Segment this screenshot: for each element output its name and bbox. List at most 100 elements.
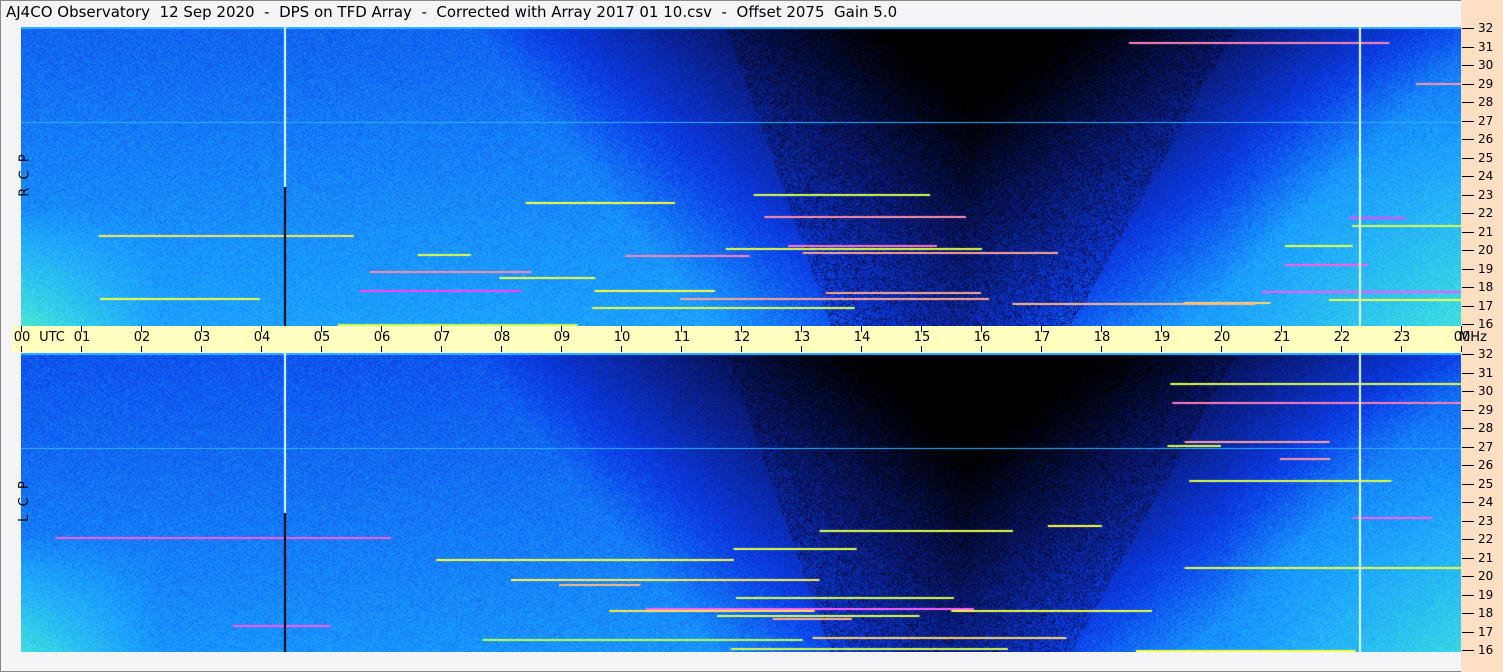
frequency-tick bbox=[1462, 520, 1474, 522]
frequency-tick-label: 22 bbox=[1478, 532, 1494, 546]
frequency-tick-label: 25 bbox=[1478, 476, 1494, 491]
frequency-tick-label: 21 bbox=[1478, 550, 1494, 565]
time-tick-label: 22 bbox=[1333, 330, 1351, 345]
time-tick-label: 09 bbox=[553, 330, 571, 345]
frequency-tick-label: 19 bbox=[1478, 261, 1494, 276]
frequency-tick-label: 24 bbox=[1478, 169, 1494, 183]
time-tick bbox=[1161, 346, 1162, 352]
frequency-tick-label: 31 bbox=[1478, 365, 1494, 380]
frequency-tick bbox=[1462, 446, 1474, 448]
frequency-tick-label: 29 bbox=[1478, 402, 1494, 417]
time-unit-label: UTC bbox=[39, 330, 65, 345]
time-tick bbox=[621, 346, 622, 352]
time-tick bbox=[381, 346, 382, 352]
time-tick bbox=[1461, 346, 1462, 352]
frequency-tick bbox=[1462, 391, 1474, 392]
frequency-tick-label: 31 bbox=[1478, 39, 1494, 54]
spectrogram-lcp-canvas bbox=[21, 353, 1461, 652]
frequency-tick-label: 18 bbox=[1478, 606, 1494, 620]
spectrogram-rcp-canvas bbox=[21, 27, 1461, 326]
frequency-tick-label: 28 bbox=[1478, 95, 1494, 109]
frequency-tick bbox=[1462, 409, 1474, 411]
frequency-tick bbox=[1462, 465, 1474, 466]
time-tick-label: 17 bbox=[1033, 330, 1051, 345]
panel-label-lcp: L C P bbox=[16, 481, 32, 522]
time-tick bbox=[21, 346, 22, 352]
frequency-tick-label: 21 bbox=[1478, 224, 1494, 239]
frequency-tick-label: 17 bbox=[1478, 298, 1494, 313]
time-tick-label: 11 bbox=[673, 330, 691, 345]
frequency-tick bbox=[1462, 176, 1474, 177]
time-tick-label: 15 bbox=[913, 330, 931, 345]
time-tick-label: 13 bbox=[793, 330, 811, 345]
time-tick-label: 08 bbox=[493, 330, 511, 345]
time-tick-label: 19 bbox=[1153, 330, 1171, 345]
frequency-tick-label: 20 bbox=[1478, 569, 1494, 583]
time-tick-label: 01 bbox=[73, 330, 91, 345]
frequency-tick-label: 16 bbox=[1478, 317, 1494, 331]
frequency-tick bbox=[1462, 428, 1474, 429]
time-tick-label: 14 bbox=[853, 330, 871, 345]
time-tick-label: 02 bbox=[133, 330, 151, 345]
panel-label-rcp: R C P bbox=[17, 154, 33, 197]
frequency-tick bbox=[1462, 46, 1474, 48]
frequency-tick-label: 18 bbox=[1478, 280, 1494, 294]
time-axis: 00 01 02 03 04 05 06 07 08 09 10 11 12 13 14 15 16 17 18 19… bbox=[12, 326, 1487, 352]
frequency-tick bbox=[1462, 631, 1474, 633]
time-tick-label: 21 bbox=[1273, 330, 1291, 345]
frequency-tick-label: 19 bbox=[1478, 587, 1494, 602]
frequency-tick bbox=[1462, 613, 1474, 614]
frequency-tick bbox=[1462, 194, 1474, 196]
time-tick bbox=[681, 346, 682, 352]
frequency-tick bbox=[1462, 354, 1474, 355]
frequency-tick bbox=[1462, 139, 1474, 140]
time-tick-label: 00 bbox=[13, 330, 31, 345]
time-tick bbox=[1281, 346, 1282, 352]
frequency-tick bbox=[1462, 250, 1474, 251]
time-tick bbox=[1341, 346, 1342, 352]
time-tick bbox=[981, 346, 982, 352]
frequency-tick-label: 26 bbox=[1478, 132, 1494, 146]
frequency-tick bbox=[1462, 372, 1474, 374]
time-tick bbox=[921, 346, 922, 352]
frequency-tick bbox=[1462, 157, 1474, 159]
frequency-tick bbox=[1462, 483, 1474, 485]
time-tick-label: 20 bbox=[1213, 330, 1231, 345]
frequency-tick bbox=[1462, 539, 1474, 540]
frequency-tick bbox=[1462, 287, 1474, 288]
time-tick-label: 07 bbox=[433, 330, 451, 345]
time-tick-label: 03 bbox=[193, 330, 211, 345]
time-tick-label: 10 bbox=[613, 330, 631, 345]
frequency-tick-label: 22 bbox=[1478, 206, 1494, 220]
spectrogram-lcp bbox=[21, 353, 1461, 652]
time-tick bbox=[1041, 346, 1042, 352]
time-tick bbox=[861, 346, 862, 352]
chart-title: AJ4CO Observatory 12 Sep 2020 - DPS on T… bbox=[6, 3, 898, 21]
frequency-tick bbox=[1462, 576, 1474, 577]
frequency-tick bbox=[1462, 268, 1474, 270]
frequency-tick-label: 27 bbox=[1478, 113, 1494, 128]
frequency-tick-label: 23 bbox=[1478, 513, 1494, 528]
spectrogram-rcp bbox=[21, 27, 1461, 326]
time-tick-label: 04 bbox=[253, 330, 271, 345]
frequency-tick-label: 20 bbox=[1478, 243, 1494, 257]
frequency-tick-label: 28 bbox=[1478, 421, 1494, 435]
time-tick-label: 18 bbox=[1093, 330, 1111, 345]
frequency-tick bbox=[1462, 65, 1474, 66]
frequency-tick bbox=[1462, 213, 1474, 214]
frequency-tick bbox=[1462, 83, 1474, 85]
frequency-tick-label: 23 bbox=[1478, 187, 1494, 202]
time-tick bbox=[501, 346, 502, 352]
time-tick bbox=[441, 346, 442, 352]
frequency-tick bbox=[1462, 594, 1474, 596]
frequency-tick-label: 26 bbox=[1478, 458, 1494, 472]
frequency-tick-label: 16 bbox=[1478, 643, 1494, 657]
frequency-tick bbox=[1462, 102, 1474, 103]
frequency-tick-label: 27 bbox=[1478, 439, 1494, 454]
frequency-tick bbox=[1462, 231, 1474, 233]
frequency-tick-label: 32 bbox=[1478, 21, 1494, 35]
time-tick-label: 05 bbox=[313, 330, 331, 345]
frequency-tick bbox=[1462, 557, 1474, 559]
frequency-tick bbox=[1462, 324, 1474, 325]
frequency-tick bbox=[1462, 120, 1474, 122]
